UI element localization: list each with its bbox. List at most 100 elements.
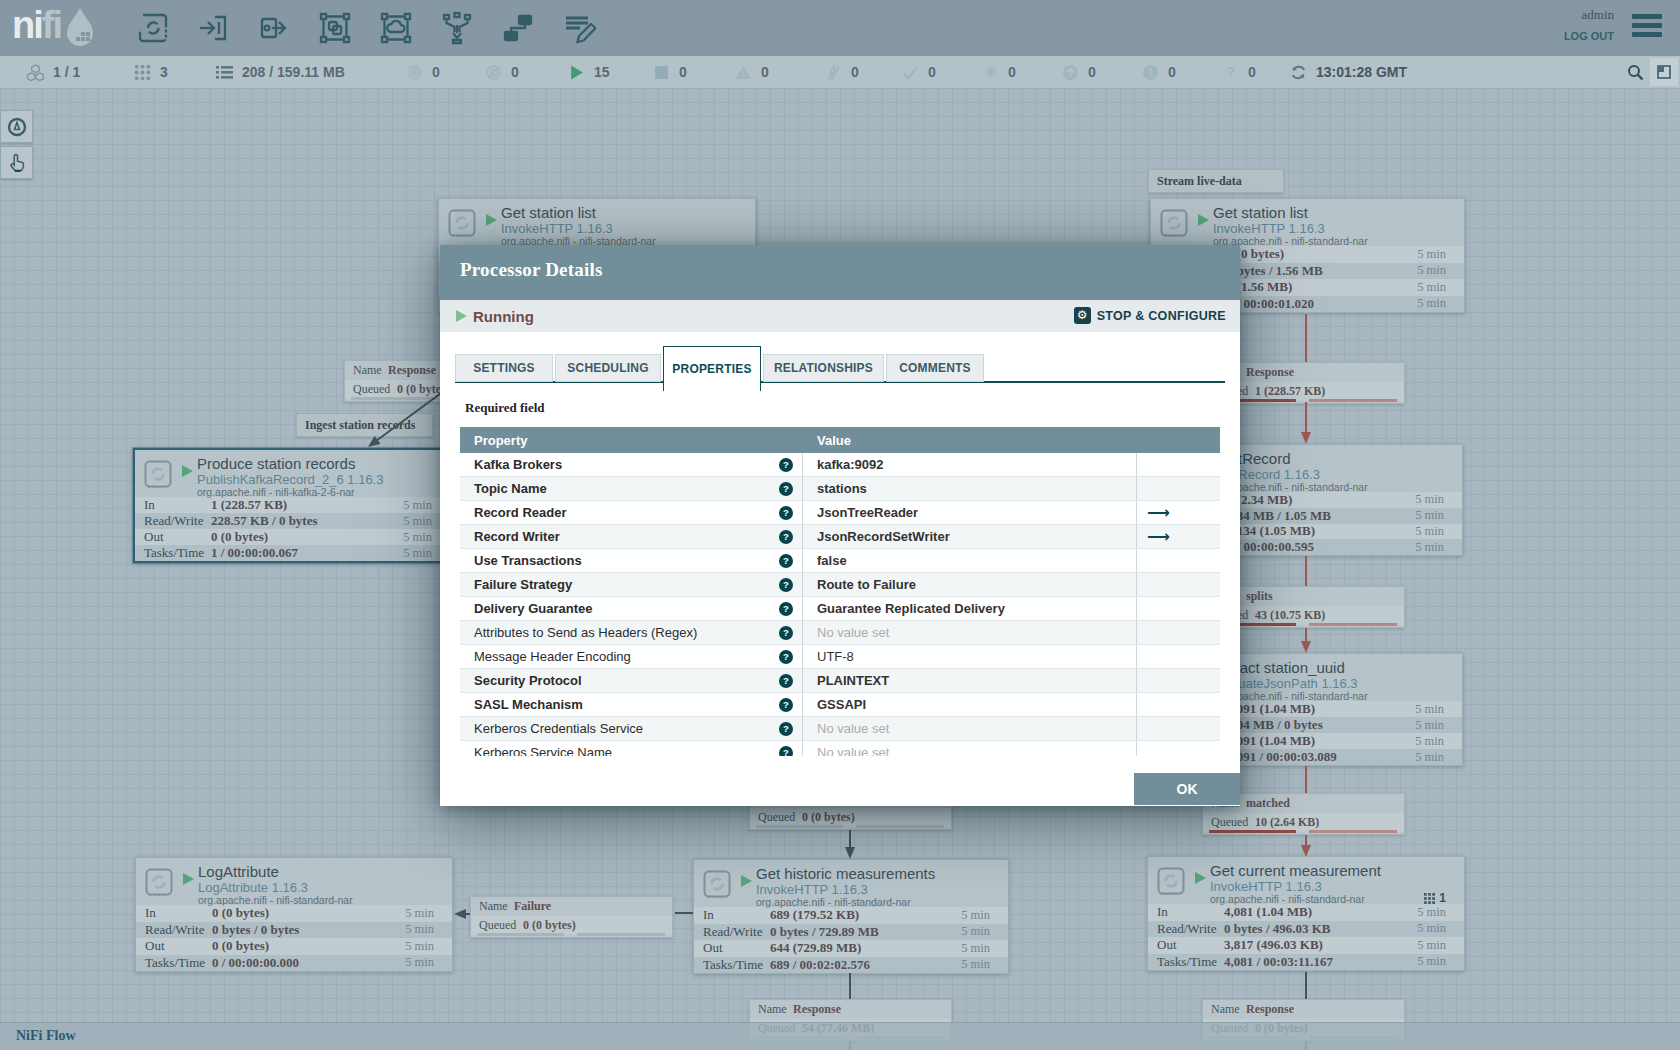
processor-title-area: Get current measurement InvokeHTTP 1.16.…	[1148, 857, 1464, 904]
help-icon[interactable]: ?	[779, 674, 793, 688]
processor-stat-row: Out644 (729.89 MB)5 min	[694, 940, 1008, 957]
help-icon[interactable]: ?	[779, 650, 793, 664]
compass-icon	[6, 116, 28, 138]
refresh-icon[interactable]	[1290, 64, 1307, 81]
canvas-label-stream-live-data[interactable]: Stream live-data	[1148, 169, 1284, 193]
properties-table: Property Value Kafka Brokers? kafka:9092…	[460, 427, 1220, 756]
help-icon[interactable]: ?	[779, 458, 793, 472]
search-icon[interactable]	[1627, 64, 1644, 81]
row-actions-cell	[1137, 597, 1220, 620]
logout-link[interactable]: LOG OUT	[1564, 30, 1614, 42]
breadcrumb[interactable]: NiFi Flow	[16, 1028, 76, 1044]
go-to-service-icon[interactable]: ⟶	[1137, 527, 1170, 546]
help-icon[interactable]: ?	[779, 626, 793, 640]
property-value[interactable]: stations	[803, 477, 1137, 500]
name-key: Name	[479, 899, 508, 914]
status-item-stopped: 0	[653, 56, 687, 88]
property-value[interactable]: GSSAPI	[803, 693, 1137, 716]
navigate-palette-button[interactable]	[0, 110, 33, 143]
processor-produce-station-records[interactable]: Produce station records PublishKafkaReco…	[133, 448, 452, 563]
property-value[interactable]: false	[803, 549, 1137, 572]
flow-status-bar: 1 / 1 3 208 / 159.11 MB 0 0 15 0 0 0 0 ✳…	[0, 56, 1680, 88]
tab-scheduling[interactable]: SCHEDULING	[555, 354, 661, 382]
go-to-service-icon[interactable]: ⟶	[1137, 503, 1170, 522]
tab-properties[interactable]: PROPERTIES	[663, 346, 761, 391]
invalid-count: 0	[761, 64, 769, 80]
property-row[interactable]: Kafka Brokers? kafka:9092	[460, 453, 1220, 477]
canvas-label-ingest-station-records[interactable]: Ingest station records	[296, 413, 433, 437]
toolbar-process-group-icon[interactable]	[318, 11, 352, 45]
stat-window: 5 min	[403, 530, 432, 545]
property-row[interactable]: SASL Mechanism? GSSAPI	[460, 693, 1220, 717]
stat-window: 5 min	[403, 514, 432, 529]
property-value[interactable]: kafka:9092	[803, 453, 1137, 476]
property-row[interactable]: Record Writer? JsonRecordSetWriter ⟶	[460, 525, 1220, 549]
birdseye-toggle-button[interactable]	[1650, 58, 1678, 86]
property-value[interactable]: Route to Failure	[803, 573, 1137, 596]
property-row[interactable]: Topic Name? stations	[460, 477, 1220, 501]
help-icon[interactable]: ?	[779, 530, 793, 544]
breadcrumb-bar: NiFi Flow	[0, 1022, 1680, 1050]
stat-window: 5 min	[961, 957, 990, 972]
connection-queued: 1 (228.57 KB)	[1255, 384, 1325, 399]
toolbar-label-icon[interactable]	[562, 11, 596, 45]
toolbar-template-icon[interactable]	[501, 11, 535, 45]
property-value[interactable]: No value set	[803, 741, 1137, 756]
processor-icon	[1159, 208, 1189, 238]
help-icon[interactable]: ?	[779, 482, 793, 496]
property-row[interactable]: Use Transactions? false	[460, 549, 1220, 573]
operate-palette-button[interactable]	[0, 146, 33, 179]
property-value[interactable]: JsonRecordSetWriter	[803, 525, 1137, 548]
row-actions-cell: ⟶	[1137, 525, 1220, 548]
help-icon[interactable]: ?	[779, 506, 793, 520]
processor-type: InvokeHTTP 1.16.3	[1210, 879, 1322, 894]
global-menu-icon[interactable]	[1632, 14, 1662, 42]
status-item-not-transmitting: 0	[485, 56, 519, 88]
property-row[interactable]: Attributes to Send as Headers (Regex)? N…	[460, 621, 1220, 645]
processor-logattribute[interactable]: LogAttribute LogAttribute 1.16.3 org.apa…	[135, 857, 453, 972]
ok-button[interactable]: OK	[1134, 773, 1240, 805]
tab-relationships[interactable]: RELATIONSHIPS	[763, 354, 884, 382]
property-row[interactable]: Security Protocol? PLAINTEXT	[460, 669, 1220, 693]
toolbar-processor-icon[interactable]	[136, 11, 170, 45]
property-row[interactable]: Delivery Guarantee? Guarantee Replicated…	[460, 597, 1220, 621]
toolbar-funnel-icon[interactable]	[440, 11, 474, 45]
processor-get-historic-measurements[interactable]: Get historic measurements InvokeHTTP 1.1…	[693, 859, 1009, 974]
toolbar-output-port-icon[interactable]	[258, 11, 292, 45]
help-icon[interactable]: ?	[779, 722, 793, 736]
property-name: Record Writer	[474, 529, 560, 544]
property-value[interactable]: No value set	[803, 621, 1137, 644]
hand-pointer-icon	[6, 152, 28, 174]
processor-get-current-measurement[interactable]: Get current measurement InvokeHTTP 1.16.…	[1147, 856, 1465, 971]
property-value[interactable]: PLAINTEXT	[803, 669, 1137, 692]
connection-queued: 0 (0 bytes)	[523, 918, 576, 933]
help-icon[interactable]: ?	[779, 698, 793, 712]
connection-label-failure[interactable]: NameFailure Queued0 (0 bytes)	[470, 896, 673, 938]
locally-modified-stale-count: 0	[1168, 64, 1176, 80]
property-value[interactable]: UTF-8	[803, 645, 1137, 668]
help-icon[interactable]: ?	[779, 578, 793, 592]
property-value[interactable]: No value set	[803, 717, 1137, 740]
property-row[interactable]: Kerberos Credentials Service? No value s…	[460, 717, 1220, 741]
tab-settings[interactable]: SETTINGS	[455, 354, 553, 382]
help-icon[interactable]: ?	[779, 554, 793, 568]
status-item-disabled: 0	[825, 56, 859, 88]
stop-and-configure-button[interactable]: ⚙ STOP & CONFIGURE	[1074, 307, 1226, 324]
property-value[interactable]: Guarantee Replicated Delivery	[803, 597, 1137, 620]
queued-count: 208 / 159.11 MB	[242, 64, 345, 80]
property-row[interactable]: Record Reader? JsonTreeReader ⟶	[460, 501, 1220, 525]
property-row[interactable]: Kerberos Service Name? No value set	[460, 741, 1220, 756]
run-status-icon	[1195, 872, 1206, 884]
active-threads-badge: 1	[1424, 891, 1446, 905]
help-icon[interactable]: ?	[779, 746, 793, 756]
tab-comments[interactable]: COMMENTS	[886, 354, 984, 382]
help-icon[interactable]: ?	[779, 602, 793, 616]
property-row[interactable]: Message Header Encoding? UTF-8	[460, 645, 1220, 669]
toolbar-input-port-icon[interactable]	[197, 11, 231, 45]
property-row[interactable]: Failure Strategy? Route to Failure	[460, 573, 1220, 597]
stat-value: 4,134 (1.05 MB)	[1227, 523, 1315, 539]
status-item-up-to-date: 0	[902, 56, 936, 88]
toolbar-remote-process-group-icon[interactable]	[379, 11, 413, 45]
property-value[interactable]: JsonTreeReader	[803, 501, 1137, 524]
threads-count: 1	[1439, 891, 1446, 905]
